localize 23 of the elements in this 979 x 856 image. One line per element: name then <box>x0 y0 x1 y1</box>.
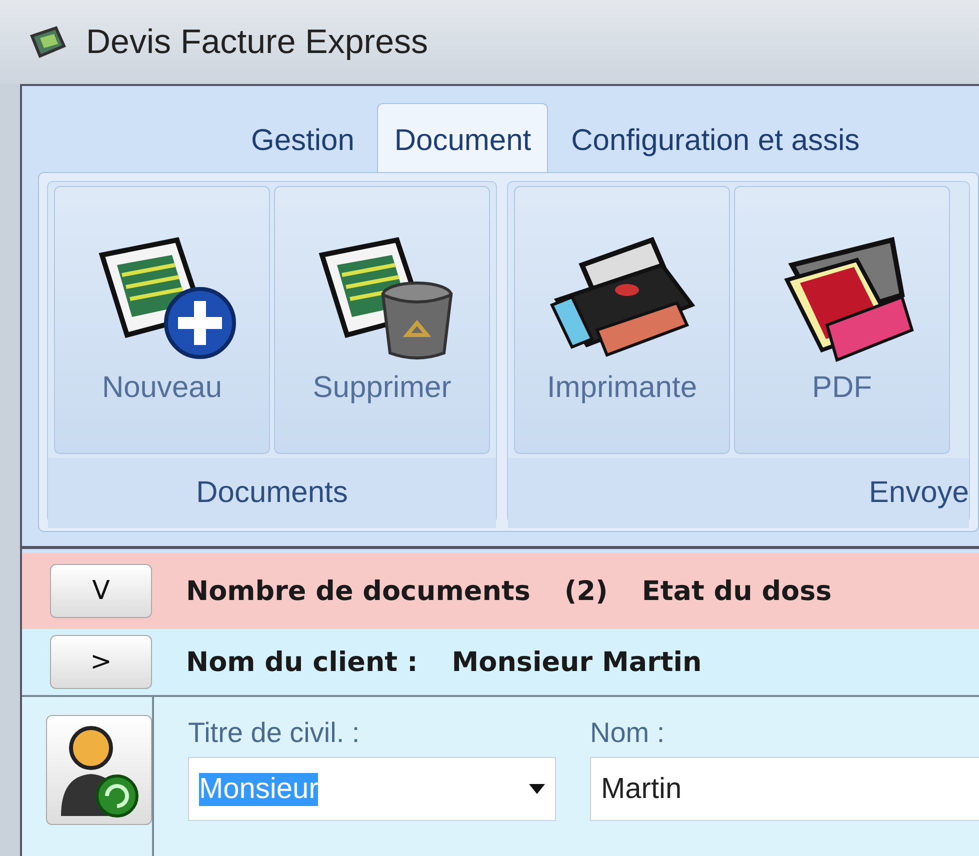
collapse-toggle[interactable]: V <box>50 564 152 618</box>
client-name: Monsieur Martin <box>452 646 702 678</box>
ribbon-tab[interactable]: Configuration et assis <box>554 103 877 172</box>
documents-count: (2) <box>564 576 608 606</box>
ribbon-tab[interactable]: Gestion <box>234 103 372 172</box>
group-label: Envoye <box>508 458 969 528</box>
ribbon-button[interactable]: Supprimer <box>274 186 490 454</box>
field-label: Titre de civil. : <box>188 717 361 749</box>
ribbon-button[interactable]: Nouveau <box>54 186 270 454</box>
ribbon-button[interactable]: Imprimante <box>514 186 730 454</box>
client-name-label: Nom du client : <box>186 646 418 678</box>
field-label: Nom : <box>590 717 666 749</box>
expand-toggle[interactable]: > <box>50 635 152 689</box>
ribbon-tab[interactable]: Document <box>377 103 548 172</box>
client-button[interactable] <box>46 715 152 825</box>
status-label: Etat du doss <box>642 576 832 606</box>
ribbon-button[interactable]: PDF <box>734 186 950 454</box>
window-title: Devis Facture Express <box>86 22 428 62</box>
app-logo-icon <box>28 26 68 58</box>
input-field[interactable]: Martin <box>590 757 979 821</box>
group-label: Documents <box>48 458 496 528</box>
documents-count-label: Nombre de documents <box>186 576 530 606</box>
dropdown-arrow-icon <box>529 784 545 794</box>
